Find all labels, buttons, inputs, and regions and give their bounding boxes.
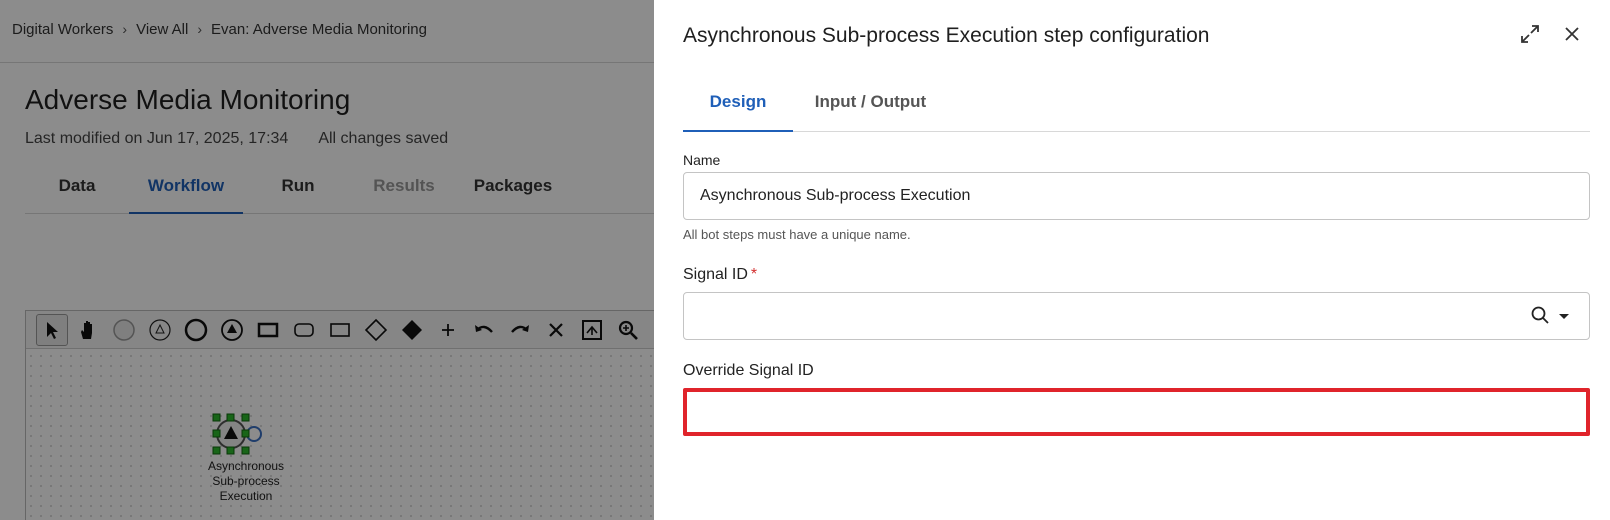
signal-id-label: Signal ID * xyxy=(683,266,758,283)
name-helper-text: All bot steps must have a unique name. xyxy=(683,227,911,242)
name-input[interactable] xyxy=(683,172,1590,220)
expand-icon[interactable] xyxy=(1518,22,1542,46)
name-label: Name xyxy=(683,152,721,168)
search-icon[interactable] xyxy=(1530,305,1550,330)
tab-design[interactable]: Design xyxy=(683,80,793,132)
caret-down-icon[interactable] xyxy=(1558,309,1570,327)
close-icon[interactable] xyxy=(1560,22,1584,46)
step-configuration-drawer: Asynchronous Sub-process Execution step … xyxy=(654,0,1610,520)
signal-id-select[interactable] xyxy=(683,292,1590,340)
signal-id-input[interactable] xyxy=(683,292,1590,340)
required-mark: * xyxy=(750,266,758,283)
drawer-title: Asynchronous Sub-process Execution step … xyxy=(683,24,1210,47)
drawer-actions xyxy=(1518,22,1584,46)
tab-input-output[interactable]: Input / Output xyxy=(793,80,948,132)
signal-id-adornments xyxy=(1530,305,1570,330)
drawer-tabs: Design Input / Output xyxy=(683,80,1590,132)
override-signal-id-input[interactable] xyxy=(683,388,1590,436)
override-signal-id-label: Override Signal ID xyxy=(683,362,814,379)
